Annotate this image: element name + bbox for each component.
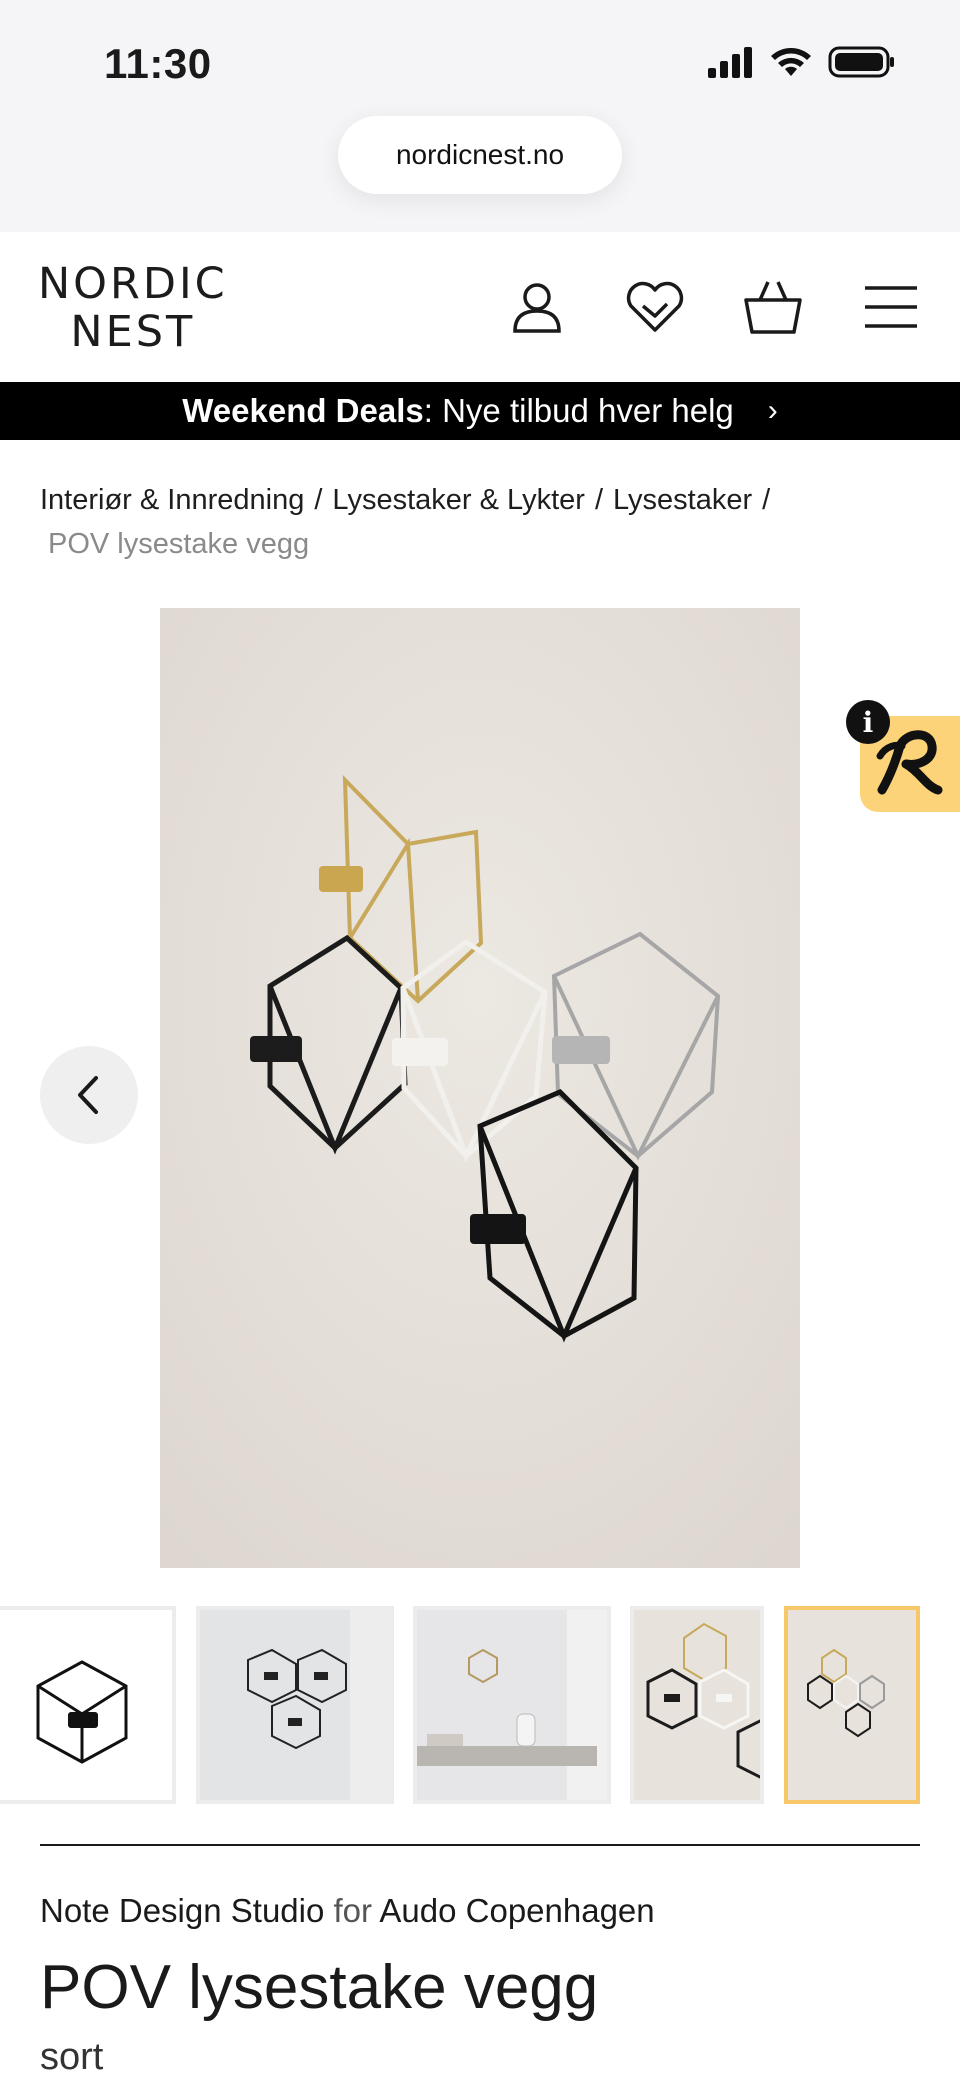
banner-text: : Nye tilbud hver helg [423,392,734,429]
previous-image-button[interactable] [40,1046,138,1144]
info-icon[interactable]: i [846,700,890,744]
thumbnail-3[interactable] [413,1606,611,1804]
thumbnail-1[interactable] [0,1606,176,1804]
breadcrumb-current: POV lysestake vegg [48,528,310,560]
wifi-icon [771,48,811,76]
breadcrumb-item-candleholders[interactable]: Lysestaker [613,484,752,516]
product-photo [160,608,800,1568]
breadcrumb-separator: / [314,484,323,516]
user-icon[interactable] [502,272,572,342]
breadcrumb-separator: / [762,484,771,516]
site-header: NORDIC NEST [0,232,960,382]
brand-link[interactable]: Audo Copenhagen [379,1892,654,1929]
breadcrumb-separator: / [594,484,603,516]
section-divider [40,1844,920,1846]
promo-banner[interactable]: Weekend Deals : Nye tilbud hver helg › [0,382,960,440]
breadcrumb: Interiør & Innredning / Lysestaker & Lykte… [40,478,930,566]
breadcrumb-item-interior[interactable]: Interiør & Innredning [40,484,304,516]
thumbnail-2[interactable] [196,1606,394,1804]
for-label: for [333,1892,373,1929]
logo-line-2: NEST [70,307,196,357]
basket-icon[interactable] [738,272,808,342]
thumbnail-4[interactable] [630,1606,764,1804]
product-variant: sort [40,2036,104,2078]
designer-link[interactable]: Note Design Studio [40,1892,324,1929]
thumbnail-strip [0,1606,960,1806]
thumbnail-5-selected[interactable] [784,1606,920,1804]
status-time: 11:30 [104,40,212,87]
url-bar[interactable]: nordicnest.no [338,116,622,194]
heart-icon[interactable] [620,272,690,342]
chevron-left-icon [78,1076,98,1114]
breadcrumb-item-candleholders-lanterns[interactable]: Lysestaker & Lykter [332,484,585,516]
product-main-image[interactable] [160,608,800,1568]
status-icons [706,46,896,78]
designer-brand-line: Note Design Studio for Audo Copenhagen [40,1892,655,1930]
battery-icon [828,46,894,78]
signal-icon [708,47,752,78]
logo[interactable]: NORDIC NEST [38,260,228,356]
product-title: POV lysestake vegg [40,1953,599,2022]
menu-icon[interactable] [856,272,926,342]
logo-line-1: NORDIC [38,259,228,309]
browser-chrome: 11:30 nordicnest.no [0,0,960,232]
chevron-right-icon: › [767,394,778,427]
banner-title: Weekend Deals [182,392,424,429]
